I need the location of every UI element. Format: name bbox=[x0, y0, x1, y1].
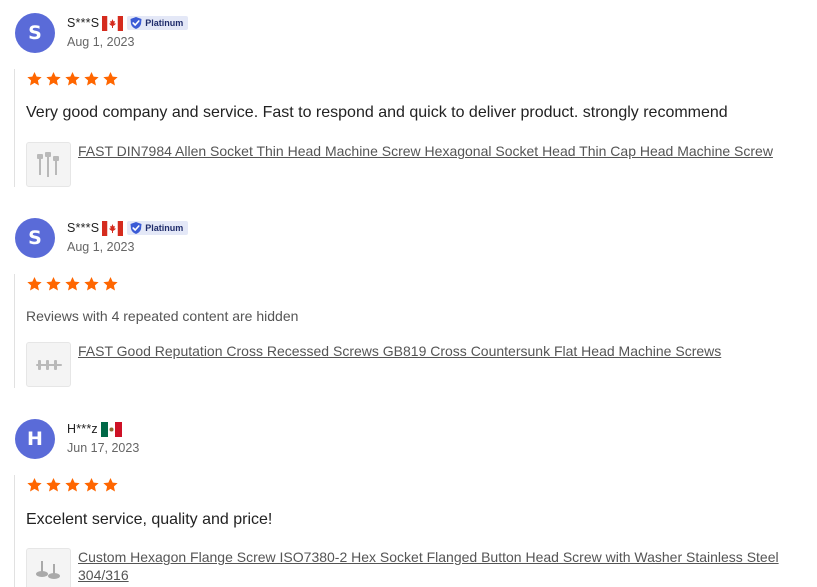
star-icon bbox=[27, 277, 42, 291]
verified-shield-icon bbox=[130, 222, 142, 234]
star-icon bbox=[27, 72, 42, 86]
product-title-link[interactable]: FAST Good Reputation Cross Recessed Scre… bbox=[78, 342, 817, 360]
badge-label: Platinum bbox=[145, 18, 184, 28]
avatar: H bbox=[15, 419, 55, 459]
mexico-flag-icon bbox=[100, 421, 122, 437]
star-icon bbox=[27, 478, 42, 492]
star-icon bbox=[84, 72, 99, 86]
review-date: Jun 17, 2023 bbox=[67, 441, 140, 455]
canada-flag-icon bbox=[102, 220, 124, 236]
star-icon bbox=[103, 478, 118, 492]
product-link[interactable]: FAST DIN7984 Allen Socket Thin Head Mach… bbox=[26, 142, 817, 187]
platinum-badge: Platinum bbox=[127, 16, 189, 30]
star-icon bbox=[103, 277, 118, 291]
screw-image-icon bbox=[36, 151, 59, 177]
product-title-link[interactable]: FAST DIN7984 Allen Socket Thin Head Mach… bbox=[78, 142, 817, 160]
review-text: Excelent service, quality and price! bbox=[26, 511, 273, 528]
review-date: Aug 1, 2023 bbox=[67, 35, 135, 49]
star-icon bbox=[46, 478, 61, 492]
product-thumbnail[interactable] bbox=[26, 548, 71, 587]
badge-label: Platinum bbox=[145, 223, 184, 233]
product-thumbnail[interactable] bbox=[26, 142, 71, 187]
screw-image-icon bbox=[35, 560, 60, 579]
star-rating bbox=[26, 276, 119, 292]
username: S***S bbox=[67, 16, 100, 30]
star-rating bbox=[26, 477, 119, 493]
star-icon bbox=[65, 72, 80, 86]
product-link[interactable]: FAST Good Reputation Cross Recessed Scre… bbox=[26, 342, 817, 387]
avatar: S bbox=[15, 13, 55, 53]
review-body: Excelent service, quality and price! Cus… bbox=[14, 475, 817, 587]
reviewer-info: S***S Platinum bbox=[67, 15, 189, 31]
star-icon bbox=[103, 72, 118, 86]
product-link[interactable]: Custom Hexagon Flange Screw ISO7380-2 He… bbox=[26, 548, 817, 587]
platinum-badge: Platinum bbox=[127, 221, 189, 235]
avatar: S bbox=[15, 218, 55, 258]
star-icon bbox=[65, 478, 80, 492]
star-icon bbox=[84, 277, 99, 291]
screw-image-icon bbox=[35, 359, 62, 370]
hidden-reviews-note: Reviews with 4 repeated content are hidd… bbox=[26, 308, 299, 324]
star-rating bbox=[26, 71, 119, 87]
product-thumbnail[interactable] bbox=[26, 342, 71, 387]
reviewer-info: S***S Platinum bbox=[67, 220, 189, 236]
star-icon bbox=[65, 277, 80, 291]
star-icon bbox=[46, 277, 61, 291]
review-text: Very good company and service. Fast to r… bbox=[26, 104, 728, 121]
canada-flag-icon bbox=[102, 15, 124, 31]
review-body: Reviews with 4 repeated content are hidd… bbox=[14, 274, 817, 388]
review-date: Aug 1, 2023 bbox=[67, 240, 135, 254]
reviewer-info: H***z bbox=[67, 421, 125, 437]
verified-shield-icon bbox=[130, 17, 142, 29]
username: H***z bbox=[67, 422, 98, 436]
star-icon bbox=[46, 72, 61, 86]
username: S***S bbox=[67, 221, 100, 235]
product-title-link[interactable]: Custom Hexagon Flange Screw ISO7380-2 He… bbox=[78, 548, 817, 584]
star-icon bbox=[84, 478, 99, 492]
review-body: Very good company and service. Fast to r… bbox=[14, 69, 817, 187]
